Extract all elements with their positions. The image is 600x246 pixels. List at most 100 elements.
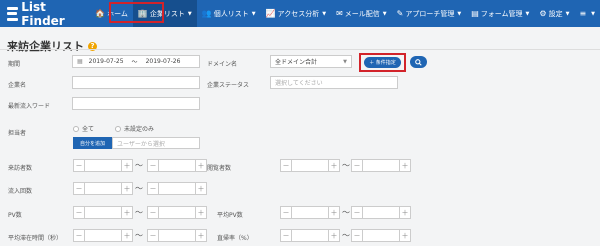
number-input[interactable] (159, 159, 195, 172)
plus-button[interactable]: ＋ (399, 159, 411, 172)
page-title-text: 来訪企業リスト (7, 40, 84, 53)
nav-item-gear[interactable]: ⚙ 設定 ▼ (534, 0, 574, 27)
plus-button[interactable]: ＋ (195, 206, 207, 219)
number-stepper: －＋ (147, 159, 207, 172)
minus-button[interactable]: － (73, 159, 85, 172)
nav-item-mail[interactable]: ✉ メール配信 ▼ (331, 0, 392, 27)
number-input[interactable] (85, 182, 121, 195)
plus-button[interactable]: ＋ (195, 159, 207, 172)
number-input[interactable] (159, 229, 195, 242)
number-input[interactable] (85, 206, 121, 219)
number-stepper: －＋ (73, 206, 133, 219)
nav-item-users[interactable]: 👥 個人リスト ▼ (197, 0, 261, 27)
keyword-input[interactable] (72, 97, 200, 110)
nav-item-label: アプローチ管理 (405, 9, 455, 18)
number-input[interactable] (363, 229, 399, 242)
number-input[interactable] (292, 229, 328, 242)
bounce-label: 直帰率（%） (217, 235, 253, 242)
date-range-input[interactable]: ▦ 2019-07-25 ～ 2019-07-26 (72, 55, 200, 68)
page-title: 来訪企業リスト ? (7, 38, 97, 54)
plus-button[interactable]: ＋ (328, 206, 340, 219)
minus-button[interactable]: － (147, 206, 159, 219)
company-status-select[interactable]: 選択してください (270, 76, 398, 89)
company-status-label: 企業ステータス (207, 82, 250, 89)
number-input[interactable] (363, 206, 399, 219)
plus-button[interactable]: ＋ (121, 206, 133, 219)
minus-button[interactable]: － (280, 159, 292, 172)
range-separator: ～ (135, 161, 143, 170)
minus-button[interactable]: － (280, 229, 292, 242)
minus-button[interactable]: － (280, 206, 292, 219)
minus-button[interactable]: － (351, 229, 363, 242)
plus-button[interactable]: ＋ (328, 229, 340, 242)
owner-select[interactable]: ユーザーから選択 (112, 137, 200, 149)
calendar-icon: ▦ (77, 58, 83, 65)
plus-button[interactable]: ＋ (121, 182, 133, 195)
number-input[interactable] (292, 206, 328, 219)
company-name-input[interactable] (72, 76, 200, 89)
owner-label: 担当者 (8, 130, 27, 137)
number-input[interactable] (85, 159, 121, 172)
add-self-button[interactable]: 自分を追加 (73, 137, 112, 149)
company-status-placeholder: 選択してください (275, 80, 323, 87)
visits-label: 来訪者数 (8, 165, 33, 172)
nav-item-pen[interactable]: ✎ アプローチ管理 ▼ (392, 0, 467, 27)
nav-item-label: フォーム管理 (480, 9, 523, 18)
number-input[interactable] (292, 159, 328, 172)
plus-button[interactable]: ＋ (195, 182, 207, 195)
nav-item-menu[interactable]: ≡ ▼ (574, 0, 600, 27)
search-button[interactable] (410, 56, 427, 68)
radio-circle-icon (115, 125, 121, 132)
minus-button[interactable]: － (351, 206, 363, 219)
minus-button[interactable]: － (73, 229, 85, 242)
plus-button[interactable]: ＋ (399, 229, 411, 242)
domain-value: 全ドメイン合計 (275, 59, 318, 66)
nav-item-building[interactable]: 🏢 企業リスト ▼ (132, 0, 197, 27)
add-condition-button[interactable]: ＋ 条件指定 (364, 57, 401, 68)
number-input[interactable] (159, 206, 195, 219)
minus-button[interactable]: － (351, 159, 363, 172)
plus-button[interactable]: ＋ (399, 206, 411, 219)
chevron-down-icon: ▼ (525, 10, 530, 17)
nav-item-form[interactable]: ▤ フォーム管理 ▼ (466, 0, 534, 27)
owner-all-radio[interactable]: 全て (73, 124, 94, 133)
date-from: 2019-07-25 (88, 58, 124, 65)
number-input[interactable] (363, 159, 399, 172)
minus-button[interactable]: － (73, 206, 85, 219)
plus-button[interactable]: ＋ (195, 229, 207, 242)
plus-button[interactable]: ＋ (121, 229, 133, 242)
avg-stay-label: 平均滞在時間（秒） (8, 235, 63, 242)
number-stepper: －＋ (351, 159, 411, 172)
chevron-down-icon: ▼ (565, 10, 570, 17)
number-stepper: －＋ (351, 229, 411, 242)
number-stepper: －＋ (73, 229, 133, 242)
minus-button[interactable]: － (147, 229, 159, 242)
number-input[interactable] (159, 182, 195, 195)
plus-button[interactable]: ＋ (121, 159, 133, 172)
nav-item-label: 設定 (548, 9, 563, 18)
range-separator: ～ (135, 231, 143, 240)
home-icon: 🏠 (95, 8, 106, 18)
users-icon: 👥 (201, 8, 212, 18)
nav-item-chart[interactable]: 📈 アクセス分析 ▼ (261, 0, 331, 27)
range-separator: ～ (342, 208, 350, 217)
minus-button[interactable]: － (147, 159, 159, 172)
access-label: 閲覧者数 (207, 165, 232, 172)
keyword-label: 最新流入ワード (8, 103, 51, 110)
domain-select[interactable]: 全ドメイン合計 ▼ (270, 55, 352, 68)
brand[interactable]: List Finder (7, 0, 79, 28)
minus-button[interactable]: － (73, 182, 85, 195)
minus-button[interactable]: － (147, 182, 159, 195)
mail-icon: ✉ (336, 8, 343, 18)
plus-button[interactable]: ＋ (328, 159, 340, 172)
number-stepper: －＋ (351, 206, 411, 219)
nav-item-label: アクセス分析 (277, 9, 320, 18)
nav-item-home[interactable]: 🏠 ホーム (90, 0, 133, 27)
period-label: 期間 (8, 61, 21, 68)
owner-unset-label: 未設定のみ (124, 126, 155, 133)
chevron-down-icon: ▼ (591, 10, 595, 17)
owner-unset-radio[interactable]: 未設定のみ (115, 124, 154, 133)
pv-label: PV数 (8, 212, 22, 219)
range-separator: ～ (342, 161, 350, 170)
number-input[interactable] (85, 229, 121, 242)
